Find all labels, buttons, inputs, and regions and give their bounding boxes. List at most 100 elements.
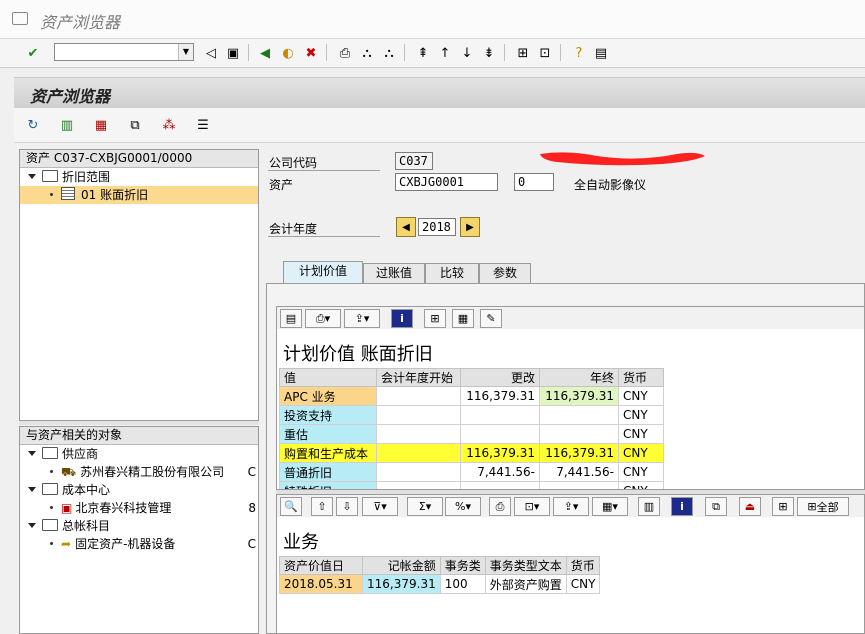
column-header[interactable]: 会计年度开始	[376, 368, 461, 387]
calc-icon[interactable]: ⊞	[424, 309, 446, 328]
calendar-icon[interactable]: ▦	[92, 116, 110, 134]
expand-icon[interactable]	[28, 487, 36, 492]
table-row[interactable]: 投资支持 CNY	[279, 405, 664, 425]
info-icon[interactable]: i	[671, 497, 693, 516]
cell-value-type[interactable]: 特殊折旧	[279, 481, 377, 489]
help-icon[interactable]: ?	[570, 44, 588, 62]
chevron-down-icon[interactable]: ▼	[178, 44, 193, 60]
tab-posted-values[interactable]: 过账值	[363, 263, 425, 283]
subtotal-dropdown-icon[interactable]: %▾	[445, 497, 481, 516]
tree-node-gl-account[interactable]: 总帐科目	[28, 517, 110, 535]
prev-page-icon[interactable]: ↑	[436, 44, 454, 62]
back-icon[interactable]: ◀	[256, 44, 274, 62]
command-field[interactable]: ▼	[54, 43, 194, 61]
table-row[interactable]: 购置和生产成本 116,379.31 116,379.31 CNY	[279, 443, 664, 463]
export-dropdown-icon[interactable]: ⇪▾	[553, 497, 589, 516]
tree-leaf-vendor[interactable]: ⛟ 苏州春兴精工股份有限公司 C	[50, 463, 258, 481]
window-menu-icon[interactable]	[12, 12, 28, 25]
previous-year-button[interactable]: ◀	[396, 217, 416, 237]
column-header[interactable]: 年终	[539, 368, 619, 387]
next-page-icon[interactable]: ↓	[458, 44, 476, 62]
sum-dropdown-icon[interactable]: Σ▾	[407, 497, 443, 516]
last-page-icon[interactable]: ⇟	[480, 44, 498, 62]
layout-icon[interactable]: ▤	[592, 44, 610, 62]
print-icon[interactable]: ⎙	[489, 497, 511, 516]
table-row[interactable]: 重估 CNY	[279, 424, 664, 444]
tree-leaf-cost-center[interactable]: ▣ 北京春兴科技管理 8	[50, 499, 258, 517]
filter-dropdown-icon[interactable]: ⊽▾	[362, 497, 398, 516]
tree-node-depreciation-area[interactable]: 折旧范围	[28, 168, 110, 186]
column-header[interactable]: 事务类型文本	[484, 556, 567, 575]
export-dropdown-icon[interactable]: ⇪▾	[344, 309, 380, 328]
structure-icon[interactable]: ⧉	[126, 116, 144, 134]
cell-value-type[interactable]: 重估	[279, 424, 377, 444]
sort-ascending-icon[interactable]: ⇧	[311, 497, 333, 516]
shortcut-icon[interactable]: ⊡	[536, 44, 554, 62]
cancel-icon[interactable]: ✖	[302, 44, 320, 62]
cell-value-type[interactable]: 购置和生产成本	[279, 443, 377, 463]
display-icon[interactable]: ▥	[58, 116, 76, 134]
asset-number-field[interactable]: CXBJG0001	[395, 173, 498, 191]
comment-icon[interactable]: ✎	[480, 309, 502, 328]
cell-value-type[interactable]: 投资支持	[279, 405, 377, 425]
views-dropdown-icon[interactable]: ⊡▾	[514, 497, 550, 516]
tree-node-cost-center[interactable]: 成本中心	[28, 481, 110, 499]
splitter[interactable]	[19, 421, 259, 425]
graphic-icon[interactable]: ▥	[638, 497, 660, 516]
exit-icon[interactable]: ◐	[279, 44, 297, 62]
cell: CNY	[565, 574, 601, 594]
next-year-button[interactable]: ▶	[460, 217, 480, 237]
cell	[460, 424, 540, 444]
details-icon[interactable]: ▤	[280, 309, 302, 328]
cell[interactable]: 2018.05.31	[279, 574, 363, 594]
info-icon[interactable]: i	[391, 309, 413, 328]
enter-check-icon[interactable]: ✔	[24, 44, 42, 62]
first-page-icon[interactable]: ⇞	[414, 44, 432, 62]
table-row[interactable]: 特殊折旧 CNY	[279, 481, 664, 489]
cell-value-type[interactable]: APC 业务	[279, 386, 377, 406]
tab-planned-values[interactable]: 计划价值	[283, 261, 363, 283]
expand-icon[interactable]	[28, 174, 36, 179]
table-row[interactable]: 普通折旧 7,441.56- 7,441.56- CNY	[279, 462, 664, 482]
tab-comparison[interactable]: 比较	[425, 263, 479, 283]
asset-subnumber-field[interactable]: 0	[514, 173, 554, 191]
document-icon[interactable]: ⧉	[705, 497, 727, 516]
new-session-icon[interactable]: ⊞	[514, 44, 532, 62]
simulation-icon[interactable]: ⁂	[160, 116, 178, 134]
find-next-icon[interactable]: ⛬	[380, 44, 398, 62]
sort-descending-icon[interactable]: ⇩	[336, 497, 358, 516]
tree-leaf-gl-account[interactable]: ➦ 固定资产-机器设备 C	[50, 535, 258, 553]
details-icon[interactable]: 🔍	[280, 497, 302, 516]
find-icon[interactable]: ⛬	[358, 44, 376, 62]
show-all-button[interactable]: ⊞ 全部	[797, 497, 849, 516]
back-nav-icon[interactable]: ◁	[202, 44, 220, 62]
tree-node-book-depreciation[interactable]: 01 账面折旧	[20, 186, 258, 204]
column-header[interactable]: 值	[279, 368, 377, 387]
layout-dropdown-icon[interactable]: ▦▾	[592, 497, 628, 516]
column-header[interactable]: 事务类	[439, 556, 486, 575]
cell-value-type[interactable]: 普通折旧	[279, 462, 377, 482]
column-header[interactable]: 货币	[565, 556, 601, 575]
column-header[interactable]: 记帐金额	[362, 556, 441, 575]
calculator-icon[interactable]: ▦	[452, 309, 474, 328]
cancel-doc-icon[interactable]: ⏏	[739, 497, 761, 516]
column-header[interactable]: 资产价值日	[279, 556, 363, 575]
expand-all-icon[interactable]: ⊞	[772, 497, 794, 516]
tab-parameters[interactable]: 参数	[479, 263, 531, 283]
cell	[539, 481, 619, 489]
save-icon[interactable]: ▣	[224, 44, 242, 62]
print-dropdown-icon[interactable]: ⎙▾	[305, 309, 341, 328]
list-icon[interactable]: ☰	[194, 116, 212, 134]
tree-node-vendor[interactable]: 供应商	[28, 445, 98, 463]
refresh-icon[interactable]: ↻	[24, 116, 42, 134]
table-row[interactable]: APC 业务 116,379.31 116,379.31 CNY	[279, 386, 664, 406]
expand-icon[interactable]	[28, 523, 36, 528]
print-icon[interactable]: ⎙	[336, 44, 354, 62]
expand-icon[interactable]	[28, 451, 36, 456]
table-row[interactable]: 2018.05.31 116,379.31 100 外部资产购置 CNY	[279, 574, 601, 594]
tree-node-label: 总帐科目	[62, 519, 111, 533]
column-header[interactable]: 货币	[618, 368, 664, 387]
fiscal-year-field[interactable]: 2018	[418, 218, 456, 236]
company-code-field[interactable]: C037	[395, 152, 433, 170]
column-header[interactable]: 更改	[460, 368, 540, 387]
